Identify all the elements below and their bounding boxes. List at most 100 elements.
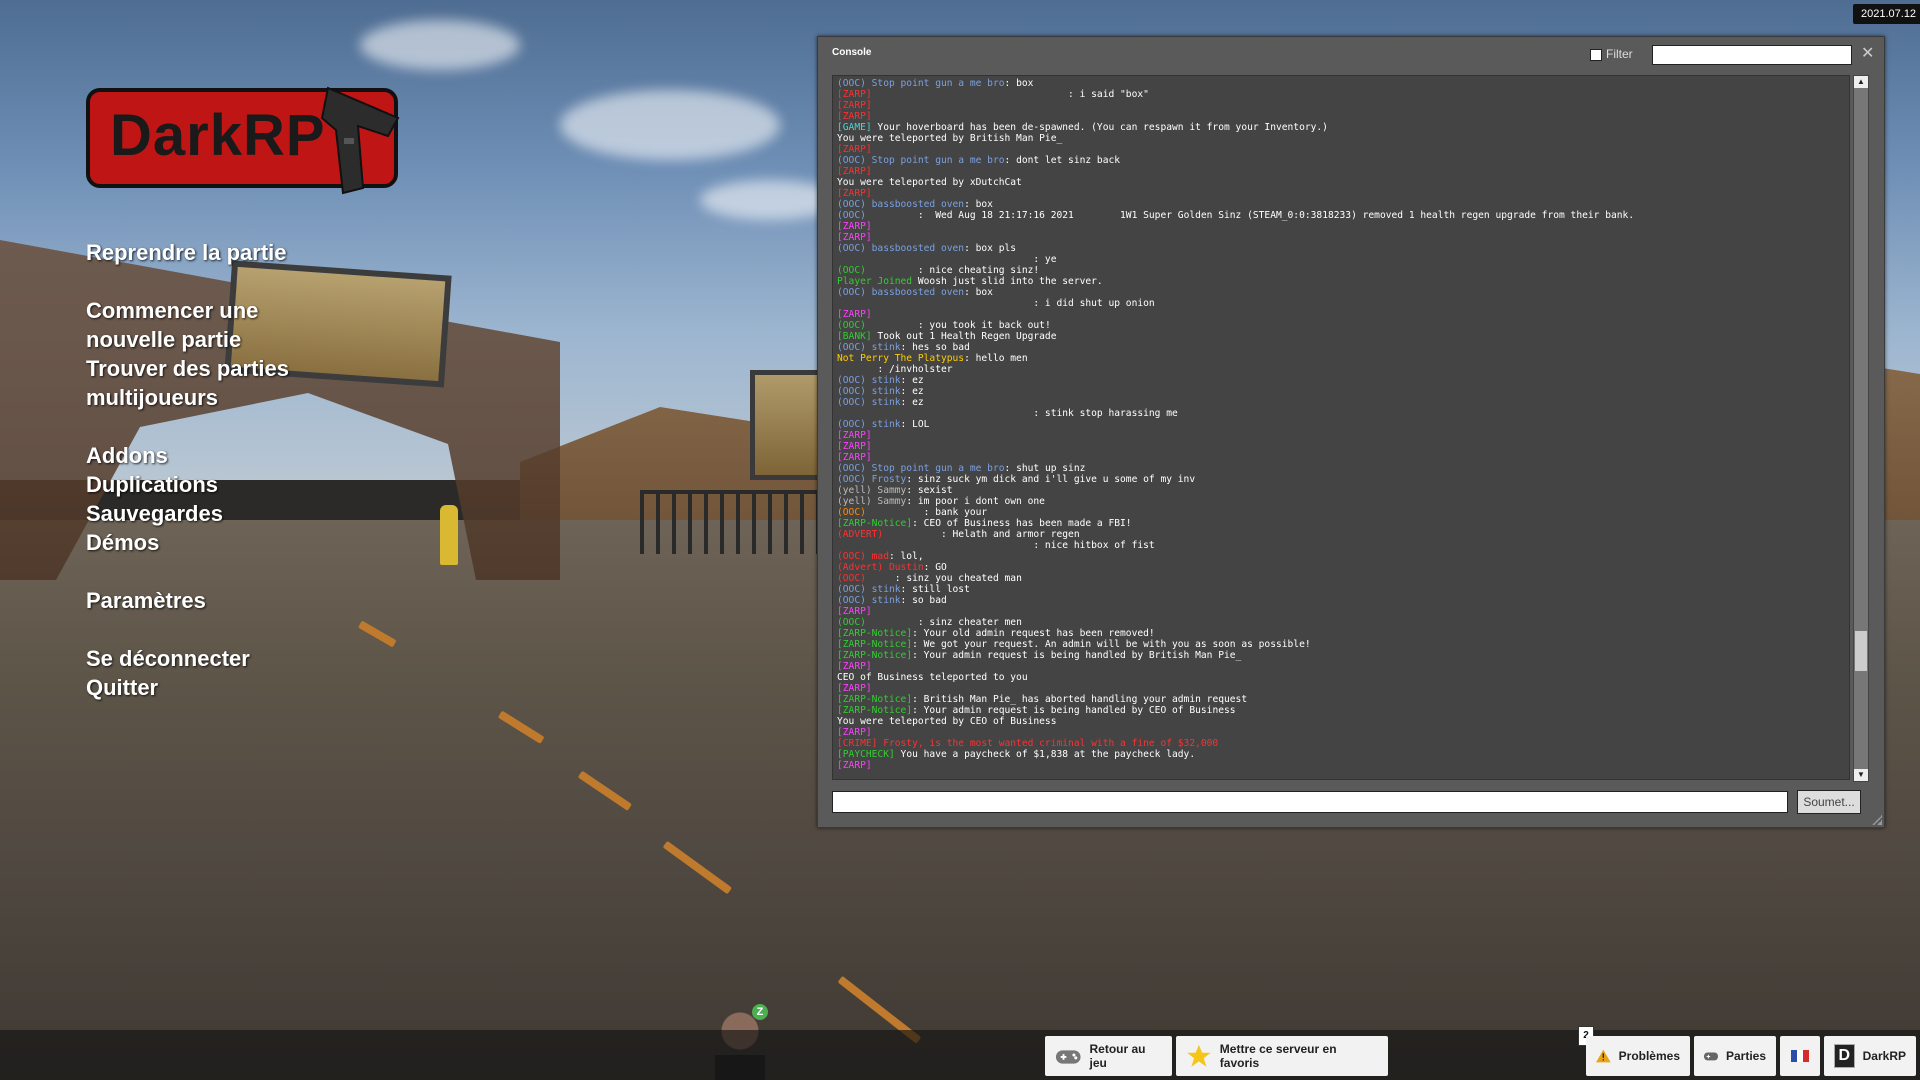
scroll-down-arrow-icon[interactable]: ▼ xyxy=(1854,769,1868,781)
console-line: (OOC) bassboosted oven: box xyxy=(837,199,1845,210)
menu-find-line2[interactable]: multijoueurs xyxy=(86,383,326,412)
games-button[interactable]: Parties xyxy=(1694,1036,1776,1076)
npc-player xyxy=(440,505,458,565)
console-line: (OOC) Stop point gun a me bro: shut up s… xyxy=(837,463,1845,474)
console-line: (OOC) : nice cheating sinz! xyxy=(837,265,1845,276)
cloud xyxy=(560,90,780,160)
console-line-segment: : Helath and armor regen xyxy=(883,529,1080,540)
cloud xyxy=(360,20,520,70)
console-line-segment: : box xyxy=(1004,78,1034,89)
console-line-segment: (OOC) xyxy=(837,265,866,276)
console-line-segment: [ZARP] xyxy=(837,441,872,452)
console-line: [ZARP] xyxy=(837,661,1845,672)
console-line-segment: (OOC) Stop point gun a me bro xyxy=(837,463,1005,474)
console-line-segment: (OOC) stink xyxy=(837,419,901,430)
console-line: [ZARP] xyxy=(837,111,1845,122)
console-line-segment: [ZARP] xyxy=(837,188,872,199)
gun-icon xyxy=(320,86,400,195)
scroll-thumb[interactable] xyxy=(1855,631,1867,671)
console-line: [ZARP] xyxy=(837,232,1845,243)
menu-disconnect[interactable]: Se déconnecter xyxy=(86,644,326,673)
main-menu: Reprendre la partie Commencer une nouvel… xyxy=(86,238,326,702)
menu-quit[interactable]: Quitter xyxy=(86,673,326,702)
back-to-game-label: Retour au jeu xyxy=(1089,1042,1146,1070)
console-line: [ZARP] : i said "box" xyxy=(837,89,1845,100)
console-log: (OOC) Stop point gun a me bro: box [ZARP]… xyxy=(832,75,1850,780)
filter-input[interactable] xyxy=(1652,45,1852,65)
console-line-segment: [BANK] xyxy=(837,331,872,342)
favorite-server-label: Mettre ce serveur en favoris xyxy=(1219,1042,1337,1070)
console-line: (OOC) : sinz you cheated man xyxy=(837,573,1845,584)
console-line-segment: (OOC) Stop point gun a me bro xyxy=(837,155,1005,166)
console-line: (OOC) stink: ez xyxy=(837,375,1845,386)
console-line-segment: : sinz you cheated man xyxy=(865,573,1022,584)
console-line-segment: : bank your xyxy=(865,507,988,518)
console-line-segment: : box xyxy=(964,199,993,210)
scroll-up-arrow-icon[interactable]: ▲ xyxy=(1854,76,1868,88)
favorite-server-button[interactable]: Mettre ce serveur en favoris xyxy=(1176,1036,1388,1076)
console-line: [ZARP] xyxy=(837,683,1845,694)
console-line: [ZARP-Notice]: Your admin request is bei… xyxy=(837,705,1845,716)
console-line-segment: : CEO of Business has been made a FBI! xyxy=(912,518,1132,529)
console-line-segment: (OOC) bassboosted oven xyxy=(837,243,965,254)
darkrp-d-icon: D xyxy=(1834,1044,1855,1068)
console-line-segment: : dont let sinz back xyxy=(1004,155,1121,166)
console-line-segment: [ZARP] xyxy=(837,111,872,122)
console-line-segment: [ZARP-Notice] xyxy=(837,628,913,639)
console-line-segment: [ZARP-Notice] xyxy=(837,639,913,650)
console-line-segment: (OOC) xyxy=(837,573,866,584)
filter-checkbox[interactable] xyxy=(1590,49,1602,61)
console-line-segment: [CRIME] Frosty, is the most wanted crimi… xyxy=(837,738,1219,749)
console-command-input[interactable] xyxy=(832,791,1788,813)
console-line-segment: : you took it back out! xyxy=(865,320,1051,331)
console-line-segment: (OOC) stink xyxy=(837,375,901,386)
menu-saves[interactable]: Sauvegardes xyxy=(86,499,326,528)
menu-find-multiplayer[interactable]: Trouver des parties multijoueurs xyxy=(86,354,326,412)
controller-icon xyxy=(1704,1052,1718,1061)
console-line-segment: Player Joined xyxy=(837,276,913,287)
console-line-segment: You were teleported by CEO of Business xyxy=(837,716,1057,727)
console-line: [CRIME] Frosty, is the most wanted crimi… xyxy=(837,738,1845,749)
problems-button[interactable]: Problèmes xyxy=(1586,1036,1690,1076)
submit-button[interactable]: Soumet... xyxy=(1797,790,1861,814)
menu-settings[interactable]: Paramètres xyxy=(86,586,326,615)
console-line: [ZARP] xyxy=(837,760,1845,771)
console-line-segment: Took out 1 Health Regen Upgrade xyxy=(871,331,1057,342)
language-button[interactable] xyxy=(1780,1036,1820,1076)
star-icon xyxy=(1187,1044,1211,1067)
console-line-segment: Not Perry The Platypus xyxy=(837,353,965,364)
console-line-segment: Woosh just slid into the server. xyxy=(912,276,1103,287)
console-line: [ZARP] xyxy=(837,441,1845,452)
console-line: : ye xyxy=(837,254,1845,265)
menu-new-game[interactable]: Commencer une nouvelle partie xyxy=(86,296,326,354)
flag-fr-icon xyxy=(1791,1050,1809,1062)
console-line-segment: (ADVERT) xyxy=(837,529,884,540)
menu-addons[interactable]: Addons xyxy=(86,441,326,470)
console-line: (OOC) : sinz cheater men xyxy=(837,617,1845,628)
console-scrollbar[interactable]: ▲ ▼ xyxy=(1853,75,1869,782)
menu-new-game-line2[interactable]: nouvelle partie xyxy=(86,325,326,354)
menu-demos[interactable]: Démos xyxy=(86,528,326,557)
console-line-segment: : GO xyxy=(923,562,947,573)
player-level-badge: Z xyxy=(752,1004,768,1020)
console-line-segment: [ZARP] xyxy=(837,89,872,100)
menu-dupes[interactable]: Duplications xyxy=(86,470,326,499)
console-line-segment: [ZARP] xyxy=(837,221,872,232)
console-line: (OOC) mad: lol, xyxy=(837,551,1845,562)
resize-grip-icon[interactable] xyxy=(1872,815,1882,825)
console-line-segment: [ZARP-Notice] xyxy=(837,650,913,661)
console-line-segment: : ez xyxy=(900,375,924,386)
gamemode-button[interactable]: D DarkRP xyxy=(1824,1036,1916,1076)
console-line: (OOC) stink: still lost xyxy=(837,584,1845,595)
console-line-segment: You were teleported by British Man Pie_ xyxy=(837,133,1063,144)
back-to-game-button[interactable]: Retour au jeu xyxy=(1045,1036,1172,1076)
menu-new-game-line1[interactable]: Commencer une xyxy=(86,296,326,325)
console-line: [ZARP] xyxy=(837,727,1845,738)
close-icon[interactable]: ✕ xyxy=(1861,43,1874,63)
console-line-segment: : We got your request. An admin will be … xyxy=(912,639,1311,650)
menu-resume-game[interactable]: Reprendre la partie xyxy=(86,238,326,267)
console-line-segment: (Advert) Dustin xyxy=(837,562,924,573)
console-line-segment: (OOC) stink xyxy=(837,386,901,397)
menu-find-line1[interactable]: Trouver des parties xyxy=(86,354,326,383)
console-line-segment: [ZARP] xyxy=(837,452,872,463)
